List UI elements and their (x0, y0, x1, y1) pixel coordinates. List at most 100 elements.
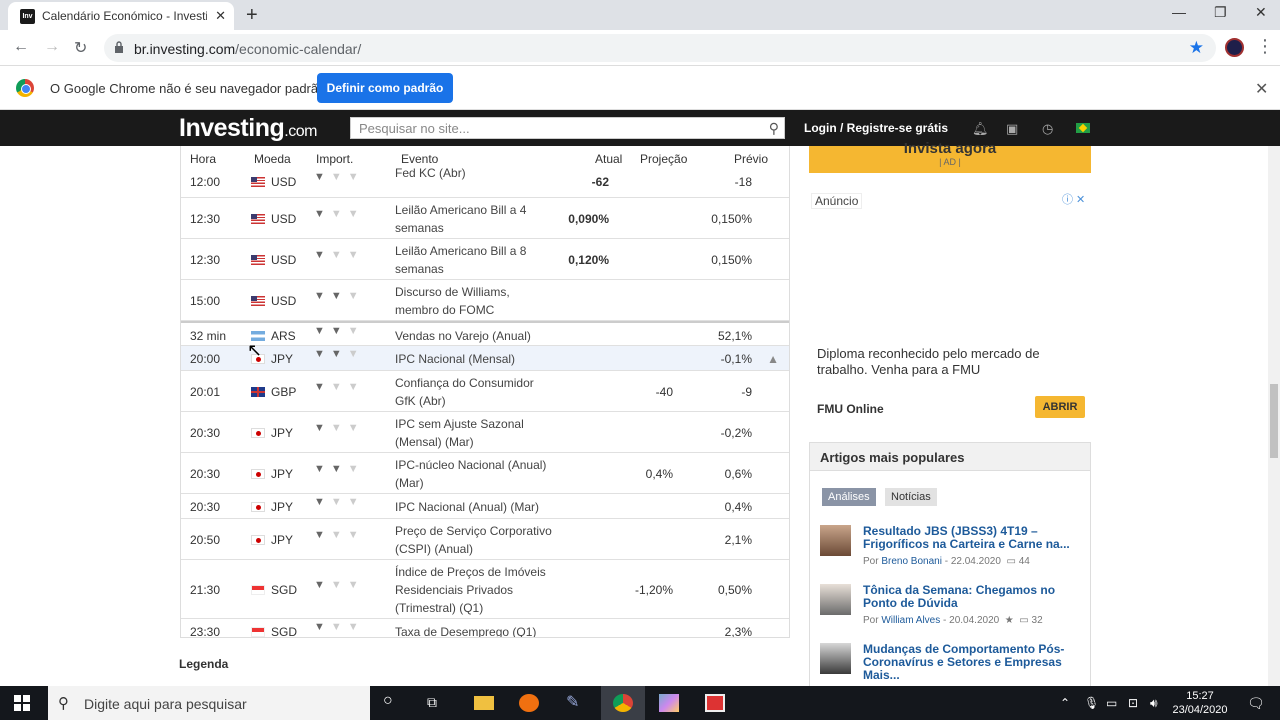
comment-count[interactable]: 32 (1032, 615, 1043, 626)
event-name[interactable]: IPC-núcleo Nacional (Anual) (Mar) (395, 456, 555, 492)
briefcase-icon[interactable]: ▣ (1006, 121, 1018, 137)
event-time: 12:30 (190, 211, 221, 226)
volume-icon[interactable]: 🔊︎ (1150, 696, 1158, 711)
bull-icon: ▼ (330, 528, 348, 541)
address-bar[interactable]: br.investing.com/economic-calendar/ ★ (104, 34, 1216, 62)
calendar-row[interactable]: 12:30 USD ▼▼▼ Leilão Americano Bill a 8 sem… (181, 239, 789, 280)
notification-icon[interactable]: 🗨︎ (1247, 695, 1265, 712)
tool-app-icon[interactable]: ✎ (566, 692, 586, 711)
new-tab-button[interactable]: + (246, 4, 258, 27)
event-name[interactable]: Leilão Americano Bill a 8 semanas (395, 242, 555, 278)
calendar-row[interactable]: 15:00 USD ▼▼▼ Discurso de Williams, membro … (181, 280, 789, 321)
task-view-icon[interactable]: ⧉ (427, 694, 447, 712)
scrollbar-thumb[interactable] (1270, 384, 1278, 458)
login-register-link[interactable]: Login / Registre-se grátis (804, 121, 948, 135)
article-title[interactable]: Resultado JBS (JBSS3) 4T19 – Frigorífico… (863, 525, 1083, 551)
article-author[interactable]: Breno Bonani (881, 556, 942, 567)
taskbar-clock[interactable]: 15:27 23/04/2020 (1168, 689, 1232, 717)
investing-logo[interactable]: Investing.com (179, 114, 317, 143)
photos-app-icon[interactable] (659, 694, 679, 712)
calendar-row[interactable]: 20:30 JPY ▼▼▼ IPC-núcleo Nacional (Anual) (… (181, 453, 789, 494)
event-name[interactable]: Leilão Americano Bill a 4 semanas (395, 201, 555, 237)
calendar-row[interactable]: 32 min ARS ▼▼▼ Vendas no Varejo (Anual) 52,1… (181, 321, 789, 346)
adchoices-icon[interactable]: ⓘ ✕ (1062, 191, 1090, 206)
close-infobar-icon[interactable]: ✕ (1255, 79, 1268, 99)
article-title[interactable]: Tônica da Semana: Chegamos no Ponto de D… (863, 584, 1083, 610)
bookmark-star-icon[interactable]: ★ (1189, 38, 1204, 58)
event-name[interactable]: Vendas no Varejo (Anual) (395, 327, 555, 345)
tab-news[interactable]: Notícias (885, 488, 937, 506)
article-author[interactable]: William Alves (881, 615, 940, 626)
infobar-message: O Google Chrome não é seu navegador padr… (50, 81, 326, 96)
ad-open-button[interactable]: ABRIR (1035, 396, 1085, 418)
bull-icon: ▼ (314, 495, 331, 508)
profile-avatar[interactable] (1225, 38, 1244, 57)
close-tab-icon[interactable]: ✕ (215, 8, 226, 24)
ad-text[interactable]: Diploma reconhecido pelo mercado de trab… (817, 346, 1077, 378)
event-name[interactable]: Confiança do Consumidor GfK (Abr) (395, 374, 555, 410)
chrome-taskbar-icon[interactable] (613, 694, 633, 712)
close-window-icon[interactable]: ✕ (1255, 4, 1267, 21)
importance-bull-icons: ▼▼▼ (314, 381, 365, 393)
event-name[interactable]: Discurso de Williams, membro do FOMC (395, 283, 555, 319)
alert-bell-icon[interactable]: ▲ (767, 352, 779, 366)
event-name[interactable]: Índice de Preços de Imóveis Residenciais… (395, 563, 555, 617)
chart-app-icon[interactable] (519, 694, 539, 712)
maximize-icon[interactable]: ❐ (1214, 4, 1227, 21)
calendar-row[interactable]: 20:00 JPY ▼▼▼ IPC Nacional (Mensal) -0,1% ▲ (181, 346, 789, 371)
network-icon[interactable]: ⊡ (1128, 696, 1138, 710)
clock-icon[interactable]: ◷ (1042, 121, 1053, 137)
article-thumbnail[interactable] (820, 643, 851, 674)
bull-icon: ▼ (347, 324, 365, 337)
calendar-row[interactable]: 21:30 SGD ▼▼▼ Índice de Preços de Imóveis R… (181, 560, 789, 619)
header-time[interactable]: Hora (190, 152, 216, 166)
ad-banner[interactable]: Invista agora | AD | (809, 140, 1091, 173)
site-search-input[interactable] (351, 118, 751, 138)
event-name[interactable]: IPC sem Ajuste Sazonal (Mensal) (Mar) (395, 415, 555, 451)
article-thumbnail[interactable] (820, 525, 851, 556)
calendar-row[interactable]: 20:50 JPY ▼▼▼ Preço de Serviço Corporativo … (181, 519, 789, 560)
header-actual[interactable]: Atual (595, 152, 622, 166)
header-importance[interactable]: Import. (316, 152, 353, 166)
presentation-app-icon[interactable] (705, 694, 725, 712)
minimize-icon[interactable]: — (1172, 4, 1186, 20)
windows-start-icon[interactable] (14, 695, 30, 711)
cortana-icon[interactable]: ○ (383, 692, 403, 710)
calendar-row[interactable]: 23:30 SGD ▼▼▼ Taxa de Desemprego (Q1) 2,3% (181, 619, 789, 638)
reload-icon[interactable]: ↻ (74, 38, 87, 58)
event-name[interactable]: Fed KC (Abr) (395, 164, 555, 182)
calendar-row[interactable]: 20:30 JPY ▼▼▼ IPC Nacional (Anual) (Mar) 0,4… (181, 494, 789, 519)
file-explorer-icon[interactable] (474, 696, 494, 710)
calendar-row[interactable]: 12:30 USD ▼▼▼ Leilão Americano Bill a 4 sem… (181, 198, 789, 239)
event-name[interactable]: Taxa de Desemprego (Q1) (395, 623, 555, 638)
set-default-button[interactable]: Definir como padrão (317, 73, 453, 103)
calendar-row[interactable]: 12:00 USD ▼▼▼ Fed KC (Abr) -62 -18 (181, 166, 789, 198)
show-hidden-icons[interactable]: ⌃ (1060, 696, 1070, 710)
tab-analyses[interactable]: Análises (822, 488, 876, 506)
bull-icon: ▼ (330, 171, 348, 183)
header-previous[interactable]: Prévio (734, 152, 768, 166)
calendar-row[interactable]: 20:30 JPY ▼▼▼ IPC sem Ajuste Sazonal (Mensa… (181, 412, 789, 453)
forward-icon[interactable]: → (44, 38, 60, 56)
chrome-menu-icon[interactable]: ⋮ (1256, 36, 1274, 57)
browser-tab[interactable]: Inv Calendário Económico - Investing ✕ (8, 2, 234, 30)
header-currency[interactable]: Moeda (254, 152, 291, 166)
search-icon[interactable]: ⚲ (769, 120, 779, 137)
header-forecast[interactable]: Projeção (640, 152, 687, 166)
article-thumbnail[interactable] (820, 584, 851, 615)
event-name[interactable]: Preço de Serviço Corporativo (CSPI) (Anu… (395, 522, 555, 558)
brazil-flag-icon[interactable] (1076, 123, 1090, 133)
battery-icon[interactable]: ▭ (1106, 696, 1117, 710)
ad-brand[interactable]: FMU Online (817, 402, 884, 416)
back-icon[interactable]: ← (13, 38, 29, 56)
bell-icon[interactable]: 🔔︎ (972, 121, 989, 137)
importance-bull-icons: ▼▼▼ (314, 348, 365, 360)
microphone-icon[interactable]: 🎙︎ (1084, 696, 1099, 710)
event-name[interactable]: IPC Nacional (Anual) (Mar) (395, 498, 555, 516)
calendar-row[interactable]: 20:01 GBP ▼▼▼ Confiança do Consumidor GfK (… (181, 371, 789, 412)
comment-count[interactable]: 44 (1019, 556, 1030, 567)
bull-icon: ▼ (347, 248, 365, 261)
taskbar-search[interactable]: ⚲ Digite aqui para pesquisar (48, 686, 370, 720)
article-title[interactable]: Mudanças de Comportamento Pós-Coronavíru… (863, 643, 1083, 682)
event-name[interactable]: IPC Nacional (Mensal) (395, 350, 555, 368)
